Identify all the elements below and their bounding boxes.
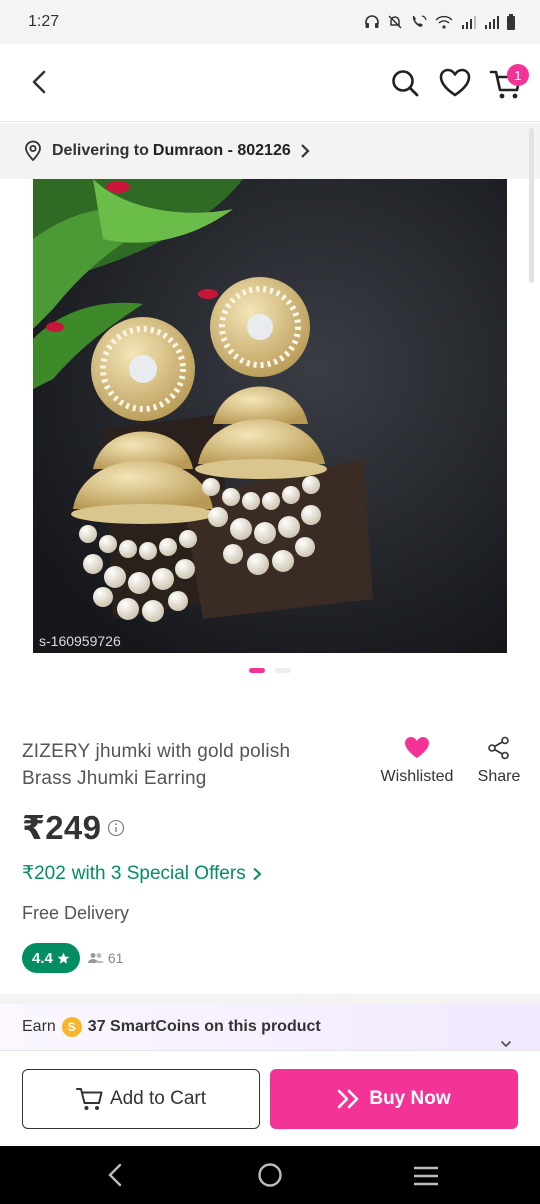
wishlist-button[interactable]: Wishlisted	[372, 736, 462, 786]
review-count-value: 61	[107, 950, 124, 966]
rating-value: 4.4	[32, 949, 53, 967]
add-to-cart-label: Add to Cart	[109, 1088, 207, 1109]
chevron-right-icon	[253, 867, 262, 880]
smartcoins-text: 37 SmartCoins on this product	[87, 1018, 321, 1035]
buy-now-label: Buy Now	[369, 1088, 451, 1109]
free-delivery-label: Free Delivery	[22, 903, 130, 923]
wifi-calling-icon	[412, 15, 427, 27]
nav-recents-icon[interactable]	[413, 1166, 439, 1186]
status-bar: 1:27	[0, 0, 540, 44]
heart-icon[interactable]	[439, 68, 471, 98]
add-to-cart-button[interactable]: Add to Cart	[22, 1069, 260, 1129]
battery-icon	[507, 14, 515, 30]
info-icon[interactable]	[107, 819, 125, 837]
cart-icon	[75, 1088, 103, 1110]
smartcoins-banner[interactable]: Earn S 37 SmartCoins on this product	[0, 1004, 540, 1050]
nav-home-icon[interactable]	[257, 1162, 283, 1188]
headphones-icon	[365, 15, 379, 28]
image-carousel-indicator[interactable]	[0, 668, 540, 673]
wishlist-label: Wishlisted	[380, 768, 454, 785]
signal-icon	[462, 16, 476, 29]
smartcoins-prefix: Earn	[22, 1018, 56, 1035]
product-sku: s-160959726	[39, 633, 121, 649]
star-icon	[57, 952, 70, 964]
users-icon	[87, 953, 104, 963]
delivery-location-bar[interactable]: Delivering to Dumraon - 802126	[0, 123, 540, 179]
review-count: 61	[87, 950, 124, 966]
special-offers-link[interactable]: ₹202 with 3 Special Offers	[22, 862, 262, 885]
share-label: Share	[477, 768, 521, 785]
nav-back-icon[interactable]	[105, 1163, 125, 1187]
carousel-dot-active[interactable]	[249, 668, 265, 673]
back-arrow-icon[interactable]	[26, 68, 54, 96]
mute-icon	[388, 15, 402, 29]
status-icons	[364, 14, 516, 30]
delivery-location: Dumraon - 802126	[152, 142, 291, 159]
app-header: 1	[0, 44, 540, 122]
bottom-action-bar: Add to Cart Buy Now	[0, 1050, 540, 1146]
product-price: ₹249	[22, 809, 102, 846]
wifi-icon	[435, 15, 453, 29]
status-time: 1:27	[28, 13, 60, 30]
heart-filled-icon	[405, 737, 429, 758]
product-image[interactable]: s-160959726	[33, 179, 507, 653]
search-icon[interactable]	[390, 68, 420, 98]
buy-now-button[interactable]: Buy Now	[270, 1069, 518, 1129]
share-button[interactable]: Share	[472, 736, 526, 786]
offer-text: with 3 Special Offers	[71, 862, 246, 884]
rating-badge: 4.4	[22, 943, 80, 973]
cart-count-badge: 1	[507, 64, 529, 86]
system-navigation-bar	[0, 1146, 540, 1204]
product-title: ZIZERY jhumki with gold polish Brass Jhu…	[22, 741, 291, 789]
signal-icon	[485, 16, 499, 29]
offer-price: ₹202	[22, 863, 66, 884]
chevron-down-icon	[500, 1040, 512, 1048]
scrollbar[interactable]	[529, 128, 534, 283]
price-row: ₹249	[22, 808, 125, 847]
double-chevron-right-icon	[338, 1089, 359, 1109]
rating-row[interactable]: 4.4 61	[22, 943, 123, 973]
jhumki-earrings-photo	[33, 179, 507, 653]
section-divider	[0, 994, 540, 1004]
share-icon	[488, 736, 509, 760]
carousel-dot[interactable]	[275, 668, 291, 673]
smartcoin-icon: S	[61, 1017, 82, 1037]
delivery-prefix: Delivering to	[52, 142, 149, 159]
chevron-right-icon	[300, 144, 310, 158]
location-pin-icon	[25, 140, 41, 162]
